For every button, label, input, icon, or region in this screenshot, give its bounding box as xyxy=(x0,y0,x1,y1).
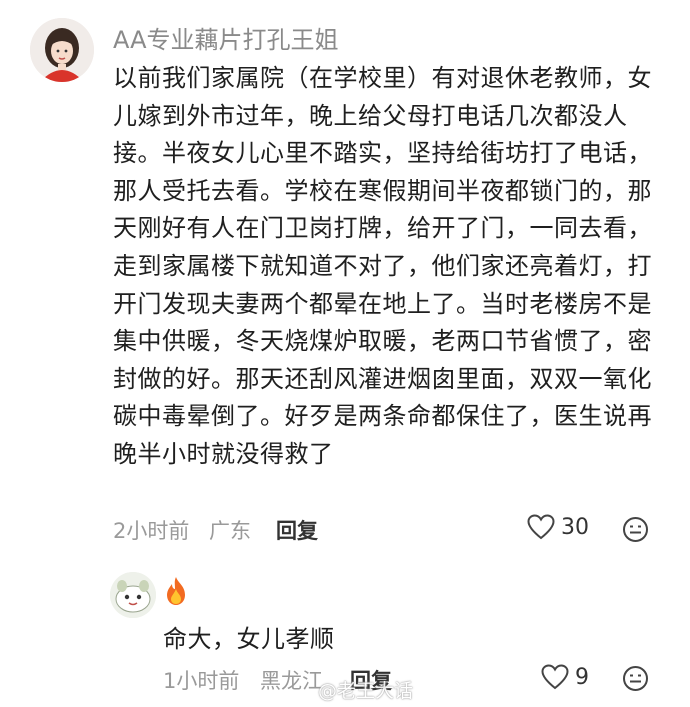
reply-location: 黑龙江 xyxy=(260,669,323,693)
reply-avatar[interactable] xyxy=(110,572,156,618)
reply-button[interactable]: 回复 xyxy=(276,515,318,545)
like-button[interactable]: 30 xyxy=(527,514,589,540)
avatar[interactable] xyxy=(30,18,94,82)
comment-text: 以前我们家属院（在学校里）有对退休老教师，女儿嫁到外市过年，晚上给父母打电话几次… xyxy=(113,64,652,468)
reply-emoji-reaction-button[interactable] xyxy=(622,665,649,696)
emoji-face-icon xyxy=(623,517,648,542)
avatar-image xyxy=(30,18,94,82)
reply-text: 命大，女儿孝顺 xyxy=(163,625,335,653)
reply-avatar-image xyxy=(110,572,156,618)
like-count: 30 xyxy=(561,514,589,540)
watermark: @老王大话 xyxy=(318,680,414,702)
comment-time: 2小时前 xyxy=(113,519,190,543)
heart-icon xyxy=(541,664,569,690)
emoji-face-icon xyxy=(623,666,648,691)
reply-like-count: 9 xyxy=(575,664,589,690)
reply-time: 1小时前 xyxy=(163,669,240,693)
heart-icon xyxy=(527,514,555,540)
fire-emoji: 🔥 xyxy=(163,575,189,611)
username[interactable]: AA专业藕片打孔王姐 xyxy=(113,20,339,55)
reply-like-button[interactable]: 9 xyxy=(541,664,589,690)
comment-location: 广东 xyxy=(209,519,251,543)
emoji-reaction-button[interactable] xyxy=(622,516,649,547)
